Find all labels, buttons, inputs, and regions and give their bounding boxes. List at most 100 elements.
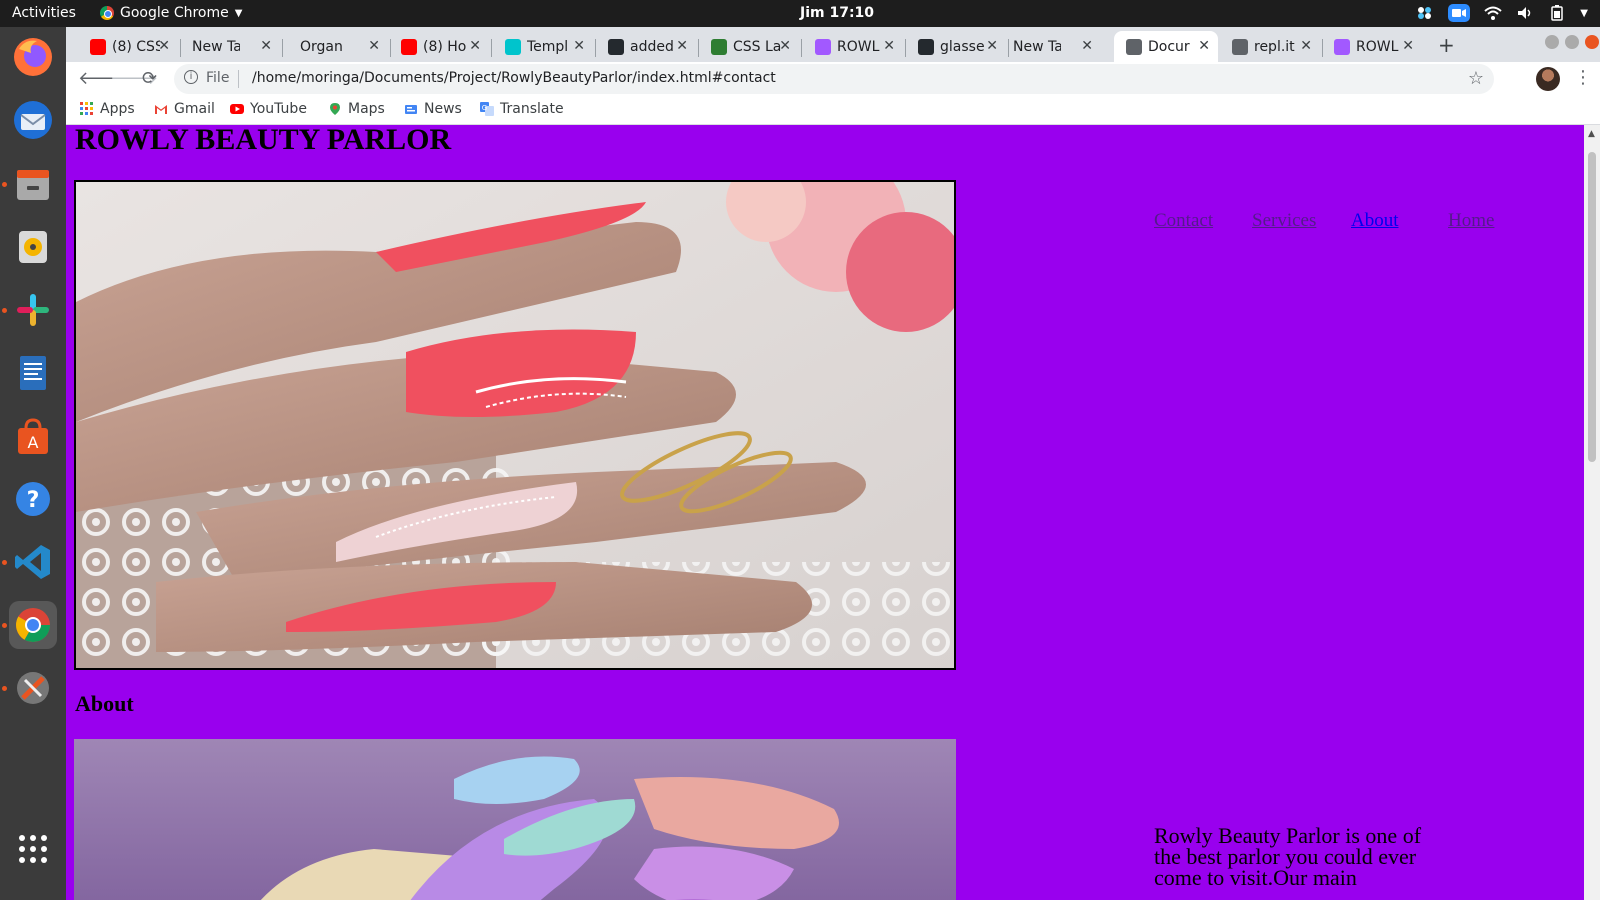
- show-applications-button[interactable]: [9, 825, 57, 873]
- rhythmbox-launcher[interactable]: [9, 223, 57, 271]
- youtube-icon: [401, 38, 417, 55]
- replit-icon: [1232, 38, 1248, 55]
- close-tab-icon[interactable]: ✕: [676, 38, 688, 54]
- nail-art-photo: [76, 182, 954, 668]
- dock: A ?: [0, 27, 66, 900]
- browser-tab[interactable]: New Tab ✕: [1001, 31, 1101, 62]
- browser-tab[interactable]: (8) CSS ✕: [78, 31, 178, 62]
- close-tab-icon[interactable]: ✕: [883, 38, 895, 54]
- close-window-button[interactable]: [1585, 35, 1599, 49]
- bookmark-label: Apps: [100, 101, 135, 117]
- bookmark-star-icon[interactable]: ☆: [1468, 68, 1484, 89]
- libreoffice-writer-launcher[interactable]: [9, 349, 57, 397]
- tab-separator: [491, 39, 492, 57]
- browser-tab[interactable]: (8) Ho ✕: [389, 31, 489, 62]
- site-title: ROWLY BEAUTY PARLOR: [75, 125, 452, 156]
- close-tab-icon[interactable]: ✕: [1402, 38, 1414, 54]
- caret-down-icon[interactable]: ▼: [1580, 8, 1588, 19]
- close-tab-icon[interactable]: ✕: [1081, 38, 1093, 54]
- address-bar[interactable]: i File /home/moringa/Documents/Project/R…: [174, 64, 1494, 94]
- close-tab-icon[interactable]: ✕: [368, 38, 380, 54]
- help-launcher[interactable]: ?: [9, 475, 57, 523]
- scroll-up-arrow-icon[interactable]: ▲: [1588, 129, 1595, 139]
- info-icon[interactable]: i: [184, 70, 198, 84]
- volume-icon[interactable]: [1516, 5, 1534, 21]
- clock[interactable]: Jim 17:10: [800, 5, 874, 21]
- software-center-launcher[interactable]: A: [9, 412, 57, 460]
- codepen-icon: [711, 38, 727, 55]
- slack-launcher[interactable]: [9, 286, 57, 334]
- maximize-button[interactable]: [1565, 35, 1579, 49]
- svg-text:G: G: [482, 104, 487, 112]
- bookmark-maps[interactable]: Maps: [328, 101, 385, 117]
- close-tab-icon[interactable]: ✕: [779, 38, 791, 54]
- scrollbar-thumb[interactable]: [1588, 152, 1596, 462]
- divider: [238, 70, 239, 88]
- pastel-nails-image: [74, 739, 956, 900]
- close-tab-icon[interactable]: ✕: [469, 38, 481, 54]
- app-menu[interactable]: Google Chrome ▼: [100, 5, 242, 21]
- new-tab-button[interactable]: +: [1438, 33, 1455, 57]
- youtube-icon: [90, 38, 106, 55]
- close-tab-icon[interactable]: ✕: [1198, 38, 1210, 54]
- nav-link-about[interactable]: About: [1351, 210, 1399, 232]
- activities-button[interactable]: Activities: [12, 5, 76, 21]
- vscode-launcher[interactable]: [9, 538, 57, 586]
- bookmark-news[interactable]: News: [404, 101, 462, 117]
- github-icon: [608, 38, 624, 55]
- hero-nail-image: [74, 180, 956, 670]
- chrome-menu-icon[interactable]: ⋮: [1574, 67, 1592, 88]
- minimize-button[interactable]: [1545, 35, 1559, 49]
- close-tab-icon[interactable]: ✕: [986, 38, 998, 54]
- maps-icon: [330, 103, 340, 115]
- globe-icon: [1126, 38, 1142, 55]
- bookmark-apps[interactable]: Apps: [80, 101, 135, 117]
- bookmark-youtube[interactable]: YouTube: [230, 101, 307, 117]
- tab-title: New Tab: [1013, 38, 1061, 55]
- url-text[interactable]: /home/moringa/Documents/Project/RowlyBea…: [252, 70, 776, 86]
- browser-tab[interactable]: CSS La ✕: [699, 31, 799, 62]
- files-launcher[interactable]: [9, 160, 57, 208]
- reload-button[interactable]: ⟳: [142, 68, 157, 89]
- browser-tab[interactable]: repl.it ✕: [1220, 31, 1320, 62]
- browser-tab[interactable]: Templ ✕: [493, 31, 593, 62]
- browser-tab[interactable]: New Tab ✕: [180, 31, 280, 62]
- chrome-launcher[interactable]: [9, 601, 57, 649]
- wifi-icon[interactable]: [1484, 5, 1502, 21]
- apps-grid-icon: [80, 102, 93, 115]
- nav-link-contact[interactable]: Contact: [1154, 210, 1213, 232]
- close-tab-icon[interactable]: ✕: [158, 38, 170, 54]
- pastel-nail-photo: [74, 739, 956, 900]
- browser-tab[interactable]: Docur ✕: [1114, 31, 1218, 62]
- bookmark-label: YouTube: [250, 101, 307, 117]
- close-tab-icon[interactable]: ✕: [1300, 38, 1312, 54]
- nav-link-home[interactable]: Home: [1448, 210, 1494, 232]
- browser-tab[interactable]: Organ ✕: [288, 31, 388, 62]
- page-viewport[interactable]: ROWLY BEAUTY PARLOR About Contact Servic…: [66, 125, 1584, 900]
- shopping-bag-icon: A: [18, 418, 48, 454]
- files-icon: [17, 170, 49, 200]
- about-heading: About: [75, 691, 134, 716]
- thunderbird-launcher[interactable]: [9, 96, 57, 144]
- settings-tool-launcher[interactable]: [9, 664, 57, 712]
- bookmark-gmail[interactable]: Gmail: [154, 101, 215, 117]
- rhythmbox-icon: [19, 231, 47, 263]
- zoom-tray-icon[interactable]: [1448, 4, 1471, 22]
- bookmark-translate[interactable]: G Translate: [480, 101, 564, 117]
- caret-down-icon: ▼: [234, 7, 243, 19]
- nav-link-services[interactable]: Services: [1252, 210, 1316, 232]
- firefox-launcher[interactable]: [9, 33, 57, 81]
- profile-avatar[interactable]: [1536, 67, 1560, 91]
- slack-tray-icon[interactable]: [1416, 5, 1434, 21]
- tab-strip: + (8) CSS✕New Tab✕Organ✕(8) Ho✕Templ✕add…: [66, 27, 1600, 62]
- close-tab-icon[interactable]: ✕: [260, 38, 272, 54]
- browser-tab[interactable]: glasse ✕: [906, 31, 1006, 62]
- browser-tab[interactable]: ROWL ✕: [1322, 31, 1422, 62]
- translate-icon: G: [480, 102, 494, 116]
- system-tray[interactable]: ▼: [1416, 4, 1588, 22]
- battery-icon[interactable]: [1548, 5, 1566, 21]
- browser-tab[interactable]: ROWL ✕: [803, 31, 903, 62]
- page-scrollbar[interactable]: ▲: [1584, 125, 1600, 900]
- close-tab-icon[interactable]: ✕: [573, 38, 585, 54]
- browser-tab[interactable]: added ✕: [596, 31, 696, 62]
